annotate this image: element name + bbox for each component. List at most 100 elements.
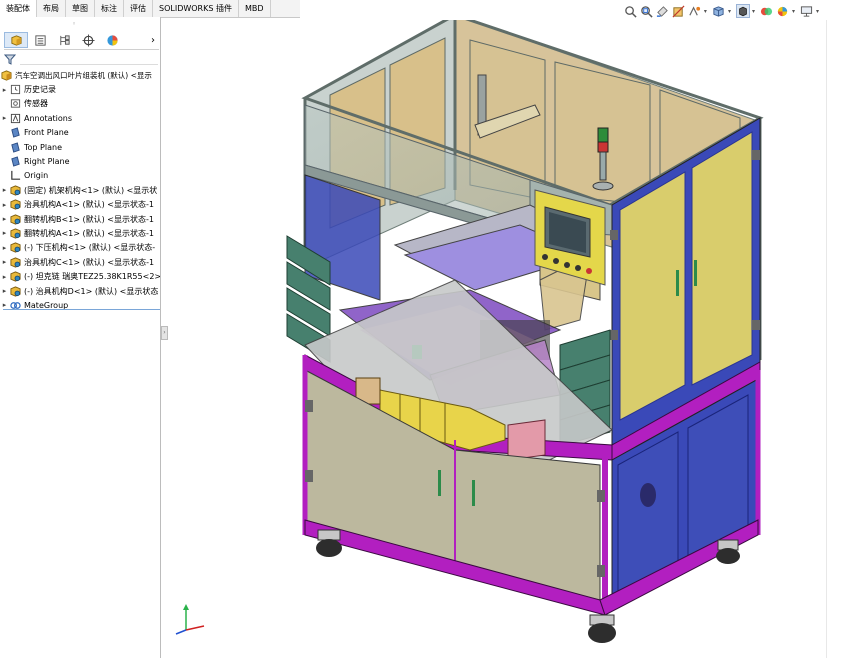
previous-view-icon[interactable] [656,4,670,18]
tree-item[interactable]: ▸ 治具机构A<1> (默认) <显示状态-1 [0,198,160,212]
feature-tree: 汽车空调出风口叶片组装机 (默认) <显示 ▸ 历史记录传感器 ▸ Annotation… [0,68,160,313]
tree-item-label: Origin [24,171,49,181]
plane-icon [9,156,21,167]
subassembly-icon [9,257,21,268]
tab-markup[interactable]: 标注 [95,0,124,17]
tree-item-label: 治具机构C<1> (默认) <显示状态-1 [24,257,155,267]
tree-item[interactable]: Front Plane [0,126,160,140]
tree-item-label: (固定) 机架机构<1> (默认) <显示状 [24,185,158,195]
chevron-right-icon[interactable]: › [147,35,159,46]
tree-item-label: 治具机构A<1> (默认) <显示状态-1 [24,200,154,210]
subassembly-icon [9,271,21,282]
tree-item[interactable]: ▸ 翻转机构A<1> (默认) <显示状态-1 [0,226,160,240]
tree-item[interactable]: ▸ MateGroup [0,298,160,312]
subassembly-icon [9,228,21,239]
hide-show-icon[interactable] [760,4,774,18]
plane-icon [9,127,21,138]
tree-item-label: Annotations [24,113,73,123]
tab-layout[interactable]: 布局 [37,0,66,17]
tree-item[interactable]: Origin [0,169,160,183]
heads-up-view-toolbar: ▾ ▾ ▾ ▾ ▾ [624,2,822,20]
view-settings-icon[interactable] [800,4,814,18]
tree-item[interactable]: ▸ (固定) 机架机构<1> (默认) <显示状 [0,183,160,197]
view-orientation-icon[interactable] [712,4,726,18]
tree-item[interactable]: ▸ 治具机构C<1> (默认) <显示状态-1 [0,255,160,269]
tree-item[interactable]: ▸ Annotations [0,111,160,125]
coordinate-triad [175,604,205,635]
tree-item-label: Front Plane [24,128,69,138]
command-manager-tabs: 装配体 布局 草图 标注 评估 SOLIDWORKS 插件 MBD [0,0,300,18]
tree-item-label: 传感器 [24,99,48,109]
panel-collapse-handle[interactable]: › [161,326,168,340]
tree-item-label: 翻转机构B<1> (默认) <显示状态-1 [24,214,154,224]
tree-item-label: (-) 治具机构D<1> (默认) <显示状态 [24,286,159,296]
expand-arrow-icon[interactable]: ▸ [0,244,9,252]
display-manager-icon[interactable] [100,32,124,48]
tree-item[interactable]: Top Plane [0,140,160,154]
dimxpert-icon[interactable] [76,32,100,48]
expand-arrow-icon[interactable]: ▸ [0,86,9,94]
tree-item-label: 历史记录 [24,85,56,95]
tree-item[interactable]: 传感器 [0,97,160,111]
expand-arrow-icon[interactable]: ▸ [0,215,9,223]
tree-item[interactable]: ▸ 历史记录 [0,82,160,96]
tree-item[interactable]: ▸ 翻转机构B<1> (默认) <显示状态-1 [0,212,160,226]
dynamic-annotation-icon[interactable] [688,4,702,18]
expand-arrow-icon[interactable]: ▸ [0,229,9,237]
subassembly-icon [9,242,21,253]
zoom-to-fit-icon[interactable] [624,4,638,18]
tree-item-label: 翻转机构A<1> (默认) <显示状态-1 [24,228,154,238]
filter-input[interactable] [20,54,158,65]
filter-icon[interactable] [4,54,16,65]
history-icon [9,84,21,95]
tree-item-label: Right Plane [24,157,70,167]
tree-item[interactable]: ▸ (-) 坦克链 瑞奥TEZ25.38K1R55<2> [0,269,160,283]
expand-arrow-icon[interactable]: ▸ [0,258,9,266]
tab-assembly[interactable]: 装配体 [0,0,37,17]
tree-selection-separator [3,309,160,310]
chevron-down-icon[interactable]: ▾ [816,8,819,15]
tree-item[interactable]: ▸ (-) 下压机构<1> (默认) <显示状态- [0,241,160,255]
display-style-icon[interactable] [735,4,750,18]
section-view-icon[interactable] [672,4,686,18]
zoom-area-icon[interactable] [640,4,654,18]
tree-item[interactable]: Right Plane [0,154,160,168]
configuration-manager-icon[interactable] [52,32,76,48]
viewport-edge [826,20,827,658]
feature-manager-panel: ◦ › 汽车空调出风口叶片组装机 (默认) <显示 ▸ 历史记录传感器 ▸ Annota… [0,17,161,658]
subassembly-icon [9,285,21,297]
graphics-area[interactable] [168,20,828,658]
subassembly-icon [9,214,21,225]
chevron-down-icon[interactable]: ▾ [704,8,707,15]
expand-arrow-icon[interactable]: ▸ [0,186,9,194]
expand-arrow-icon[interactable]: ▸ [0,114,9,122]
tab-sketch[interactable]: 草图 [66,0,95,17]
sensor-icon [9,98,21,109]
origin-icon [9,170,21,181]
chevron-down-icon[interactable]: ▾ [728,8,731,15]
subassembly-icon [9,185,21,196]
tree-root-assembly[interactable]: 汽车空调出风口叶片组装机 (默认) <显示 [0,68,160,82]
chevron-down-icon[interactable]: ▾ [752,8,755,15]
chevron-down-icon[interactable]: ▾ [792,8,795,15]
tab-mbd[interactable]: MBD [239,0,271,17]
manager-tabs: › [4,31,159,50]
subassembly-icon [9,199,21,210]
annotation-icon [9,113,21,124]
tab-evaluate[interactable]: 评估 [124,0,153,17]
tree-filter[interactable] [4,52,158,66]
expand-arrow-icon[interactable]: ▸ [0,273,9,281]
expand-arrow-icon[interactable]: ▸ [0,201,9,209]
feature-manager-icon[interactable] [4,32,28,48]
edit-appearance-icon[interactable] [776,4,790,18]
property-manager-icon[interactable] [28,32,52,48]
expand-arrow-icon[interactable]: ▸ [0,287,9,295]
tree-item-label: (-) 下压机构<1> (默认) <显示状态- [24,243,156,253]
tree-item-label: (-) 坦克链 瑞奥TEZ25.38K1R55<2> [24,272,160,282]
plane-icon [9,141,21,153]
assembly-icon [0,70,12,81]
tree-item-label: Top Plane [24,142,62,152]
tab-solidworks-addins[interactable]: SOLIDWORKS 插件 [153,0,239,17]
tree-item[interactable]: ▸ (-) 治具机构D<1> (默认) <显示状态 [0,284,160,298]
panel-resize-handle[interactable]: ◦ [72,20,76,28]
